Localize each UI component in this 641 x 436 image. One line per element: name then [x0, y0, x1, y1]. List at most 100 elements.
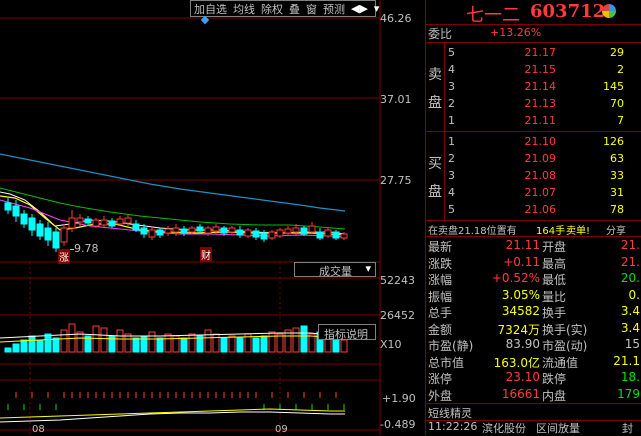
- buy-volume: 126: [603, 135, 624, 148]
- indicator-help-button[interactable]: 指标说明: [318, 324, 376, 341]
- buy-level: 3: [448, 169, 455, 182]
- sell-row[interactable]: 3 21.14 145: [446, 80, 641, 96]
- toolbar-arrow-icon[interactable]: ◀▶: [348, 2, 371, 15]
- candle-body: [316, 231, 324, 239]
- stat-label: 振幅: [428, 289, 453, 304]
- volume-axis-mid: 26452: [380, 309, 415, 322]
- stat-value: 21.1: [613, 353, 640, 368]
- toolbar-forecast[interactable]: 预测: [320, 1, 348, 17]
- feed-time: 11:22:26: [428, 420, 478, 433]
- sell-level: 3: [448, 80, 455, 93]
- candle-body: [260, 232, 268, 240]
- stat-label: 换手(实): [542, 322, 588, 337]
- buy-volume: 31: [610, 186, 624, 199]
- candle-body: [76, 217, 84, 223]
- candle-body: [164, 228, 172, 234]
- candle-body: [188, 227, 196, 233]
- stat-value: 83.90: [505, 337, 540, 351]
- volume-bar: [20, 339, 28, 353]
- buy-row[interactable]: 2 21.09 63: [446, 152, 641, 168]
- candle-body: [44, 227, 52, 241]
- sell-side-label: 卖 盘: [428, 61, 442, 117]
- buy-level: 5: [448, 203, 455, 216]
- toolbar-add-favorite[interactable]: 加自选: [191, 1, 230, 17]
- stat-row: 总手 34582 换手 3.4: [426, 304, 641, 321]
- volume-bar: [260, 335, 268, 353]
- candle-body: [204, 227, 212, 234]
- stat-value: 18.: [620, 370, 640, 384]
- toolbar-ma[interactable]: 均线: [230, 1, 258, 17]
- feed-name: 滨化股份: [482, 422, 526, 435]
- kline-chart[interactable]: 加自选 均线 除权 叠 窗 预测 ◀▶ ▾ 46.26 37.01 27.75 …: [0, 0, 425, 435]
- indicator-bars: [7, 392, 345, 410]
- volume-selector[interactable]: 成交量 ▾: [294, 262, 376, 278]
- candle-body: [140, 227, 148, 235]
- toolbar-window[interactable]: 窗: [303, 1, 320, 17]
- stat-value: 15: [624, 337, 640, 351]
- sell-level: 5: [448, 46, 455, 59]
- buy-price: 21.06: [524, 203, 557, 216]
- buy-row[interactable]: 4 21.07 31: [446, 186, 641, 202]
- min-price-label: 9.78: [74, 242, 99, 255]
- toolbar-exright[interactable]: 除权: [258, 1, 286, 17]
- notice-share[interactable]: 分享: [606, 222, 626, 236]
- buy-row[interactable]: 5 21.06 78: [446, 203, 641, 219]
- indicator-help-label: 指标说明: [324, 328, 368, 341]
- candles: [4, 198, 348, 252]
- sell-row[interactable]: 1 21.11 7: [446, 114, 641, 130]
- sell-row[interactable]: 4 21.15 2: [446, 63, 641, 79]
- sprite-feed-row[interactable]: 11:22:26 滨化股份 区间放量 封: [426, 419, 641, 435]
- volume-bar: [124, 333, 132, 353]
- stat-row: 涨幅 +0.52% 最低 20.: [426, 271, 641, 288]
- toolbar-overlay[interactable]: 叠: [286, 1, 303, 17]
- candle-body: [180, 228, 188, 234]
- candle-body: [284, 228, 292, 234]
- feed-extra: 封: [622, 422, 633, 435]
- stat-value: 3.4: [620, 304, 640, 318]
- volume-bar: [28, 335, 36, 353]
- candle-body: [28, 217, 36, 231]
- buy-row[interactable]: 1 21.10 126: [446, 135, 641, 151]
- volume-bar: [300, 325, 308, 353]
- sell-row[interactable]: 2 21.13 70: [446, 97, 641, 113]
- sell-price: 21.15: [524, 63, 557, 76]
- sell-row[interactable]: 5 21.17 29: [446, 46, 641, 62]
- badge-zhang[interactable]: 涨: [58, 249, 70, 264]
- volume-bar: [156, 337, 164, 353]
- volume-bar: [140, 335, 148, 353]
- stat-label: 最高: [542, 256, 567, 271]
- price-axis-low: 27.75: [380, 174, 412, 187]
- sell-price: 21.13: [524, 97, 557, 110]
- stats-table: 最新 21.11 开盘 21. 涨跌 +0.11 最高 21. 涨幅 +0.52% 最低 20. 振幅 3…: [426, 238, 641, 410]
- buy-volume: 78: [610, 203, 624, 216]
- buy-price: 21.10: [524, 135, 557, 148]
- stat-value: 0.: [628, 287, 640, 302]
- stat-row: 市盈(静) 83.90 市盈(动) 15: [426, 337, 641, 354]
- stat-value: 16661: [501, 386, 540, 401]
- ratio-value: +13.26%: [490, 26, 542, 39]
- date-tick-09: 09: [275, 424, 288, 435]
- sell-label-char1: 卖: [428, 67, 442, 83]
- sell-level: 2: [448, 97, 455, 110]
- chart-canvas: [0, 0, 381, 435]
- volume-bar: [220, 337, 228, 353]
- stat-label: 总手: [428, 306, 453, 320]
- feed-event: 区间放量: [536, 422, 580, 435]
- volume-bar: [236, 337, 244, 353]
- stat-value: 23.10: [505, 370, 540, 384]
- stat-row: 金额 7324万 换手(实) 3.4: [426, 321, 641, 338]
- stock-logo-icon[interactable]: [602, 4, 616, 18]
- candle-body: [60, 227, 68, 243]
- volume-bar: [276, 333, 284, 353]
- stat-label: 流通值: [542, 355, 579, 370]
- order-notice[interactable]: 在卖盘21.18位置有 164手 卖单! 分享: [426, 221, 641, 237]
- stat-row: 外盘 16661 内盘 179: [426, 387, 641, 404]
- stat-label: 金额: [428, 322, 453, 337]
- stat-value: +0.52%: [491, 271, 540, 285]
- candle-body: [236, 229, 244, 236]
- buy-row[interactable]: 3 21.08 33: [446, 169, 641, 185]
- badge-cai[interactable]: 财: [200, 247, 212, 262]
- candle-body: [220, 227, 228, 234]
- sell-volume: 145: [603, 80, 624, 93]
- candle-body: [332, 231, 340, 239]
